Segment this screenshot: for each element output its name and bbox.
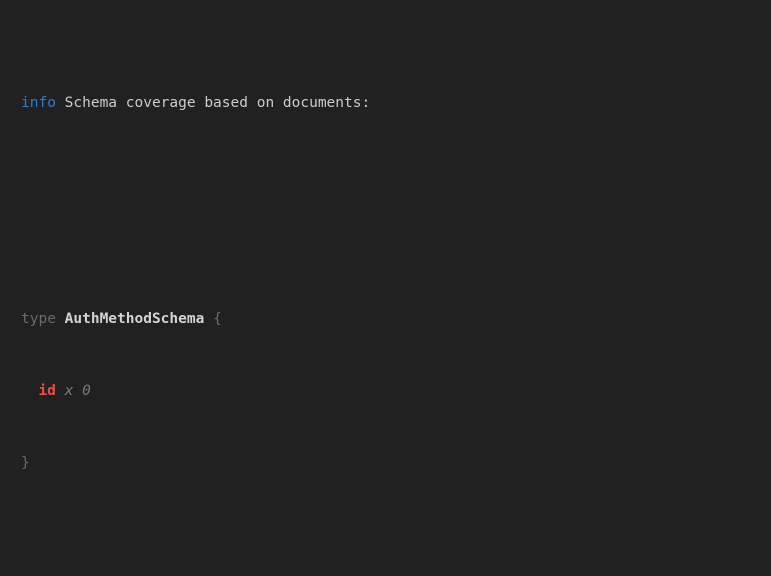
blank-line (21, 187, 761, 211)
terminal-output: info Schema coverage based on documents:… (0, 0, 771, 576)
close-brace: } (21, 455, 30, 471)
type-name: AuthMethodSchema (65, 311, 205, 327)
coverage-header-line: info Schema coverage based on documents: (21, 91, 761, 115)
type-keyword: type (21, 311, 56, 327)
blank-line (21, 547, 761, 571)
open-brace: { (213, 311, 222, 327)
type-close-line: } (21, 451, 761, 475)
info-tag: info (21, 95, 56, 111)
header-message: Schema coverage based on documents: (65, 95, 371, 111)
field-usage-count: x 0 (65, 383, 91, 399)
type-open-line: type AuthMethodSchema { (21, 307, 761, 331)
field-line: id x 0 (21, 379, 761, 403)
field-name-unused: id (38, 383, 55, 399)
